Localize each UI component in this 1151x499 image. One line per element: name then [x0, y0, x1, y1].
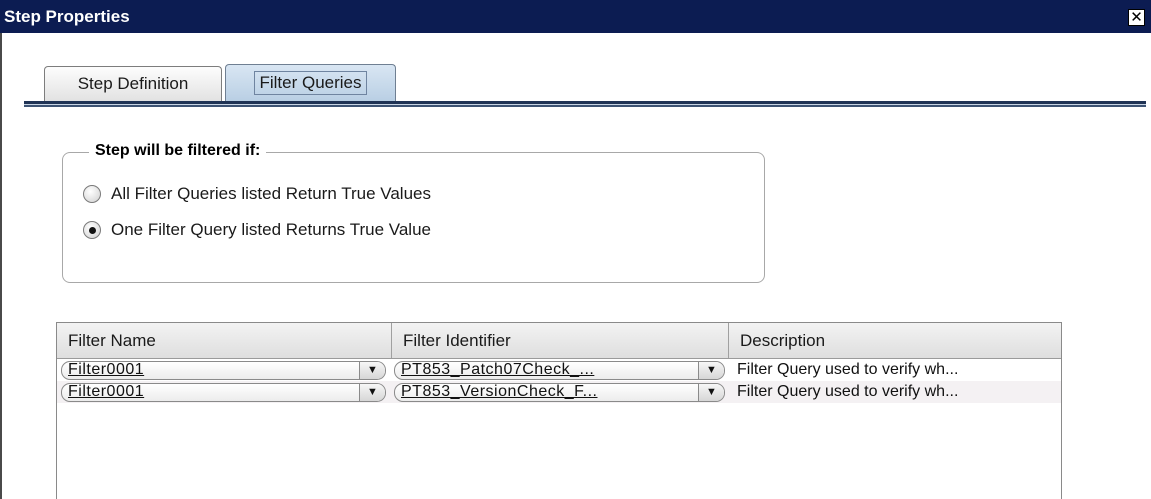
tab-label: Filter Queries — [254, 71, 367, 95]
filter-identifier-cell: PT853_Patch07Check_... ▼ — [392, 359, 729, 381]
dropdown-value: PT853_Patch07Check_... — [401, 361, 595, 379]
filter-identifier-dropdown[interactable]: PT853_VersionCheck_F... ▼ — [394, 382, 725, 402]
tab-filter-queries[interactable]: Filter Queries — [225, 64, 396, 101]
filter-condition-group: Step will be filtered if: All Filter Que… — [62, 142, 765, 283]
close-button[interactable]: ✕ — [1128, 9, 1145, 26]
filter-name-cell: Filter0001 ▼ — [57, 359, 392, 381]
tab-label: Step Definition — [77, 74, 189, 93]
dropdown-value: Filter0001 — [68, 361, 145, 379]
radio-button[interactable] — [83, 185, 101, 203]
column-header-filter-name[interactable]: Filter Name — [57, 323, 392, 358]
filter-queries-grid: Filter Name Filter Identifier Descriptio… — [56, 322, 1062, 499]
window-titlebar: Step Properties ✕ — [0, 0, 1151, 33]
column-header-filter-identifier[interactable]: Filter Identifier — [392, 323, 729, 358]
description-cell: Filter Query used to verify wh... — [729, 381, 1061, 403]
filter-identifier-cell: PT853_VersionCheck_F... ▼ — [392, 381, 729, 403]
column-header-description[interactable]: Description — [729, 323, 1061, 358]
tab-step-definition[interactable]: Step Definition — [44, 66, 222, 101]
description-text: Filter Query used to verify wh... — [737, 361, 959, 378]
chevron-down-icon[interactable]: ▼ — [698, 361, 724, 379]
tab-divider — [24, 101, 1146, 107]
radio-option-one[interactable]: One Filter Query listed Returns True Val… — [83, 220, 431, 240]
filter-name-dropdown[interactable]: Filter0001 ▼ — [61, 360, 386, 380]
radio-option-all[interactable]: All Filter Queries listed Return True Va… — [83, 184, 431, 204]
radio-button-selected[interactable] — [83, 221, 101, 239]
radio-label: One Filter Query listed Returns True Val… — [111, 220, 431, 239]
window-title: Step Properties — [4, 6, 130, 26]
dropdown-value: PT853_VersionCheck_F... — [401, 383, 598, 401]
dropdown-value: Filter0001 — [68, 383, 145, 401]
grid-header: Filter Name Filter Identifier Descriptio… — [57, 323, 1061, 359]
table-row[interactable]: Filter0001 ▼ PT853_Patch07Check_... ▼ Fi… — [57, 359, 1061, 381]
chevron-down-icon[interactable]: ▼ — [698, 383, 724, 401]
window-left-border — [0, 33, 2, 499]
close-icon: ✕ — [1130, 9, 1143, 26]
filter-name-cell: Filter0001 ▼ — [57, 381, 392, 403]
table-row[interactable]: Filter0001 ▼ PT853_VersionCheck_F... ▼ F… — [57, 381, 1061, 403]
group-legend: Step will be filtered if: — [89, 142, 267, 160]
chevron-down-icon[interactable]: ▼ — [359, 361, 385, 379]
description-text: Filter Query used to verify wh... — [737, 383, 959, 400]
filter-name-dropdown[interactable]: Filter0001 ▼ — [61, 382, 386, 402]
filter-identifier-dropdown[interactable]: PT853_Patch07Check_... ▼ — [394, 360, 725, 380]
radio-label: All Filter Queries listed Return True Va… — [111, 184, 431, 203]
description-cell: Filter Query used to verify wh... — [729, 359, 1061, 381]
chevron-down-icon[interactable]: ▼ — [359, 383, 385, 401]
